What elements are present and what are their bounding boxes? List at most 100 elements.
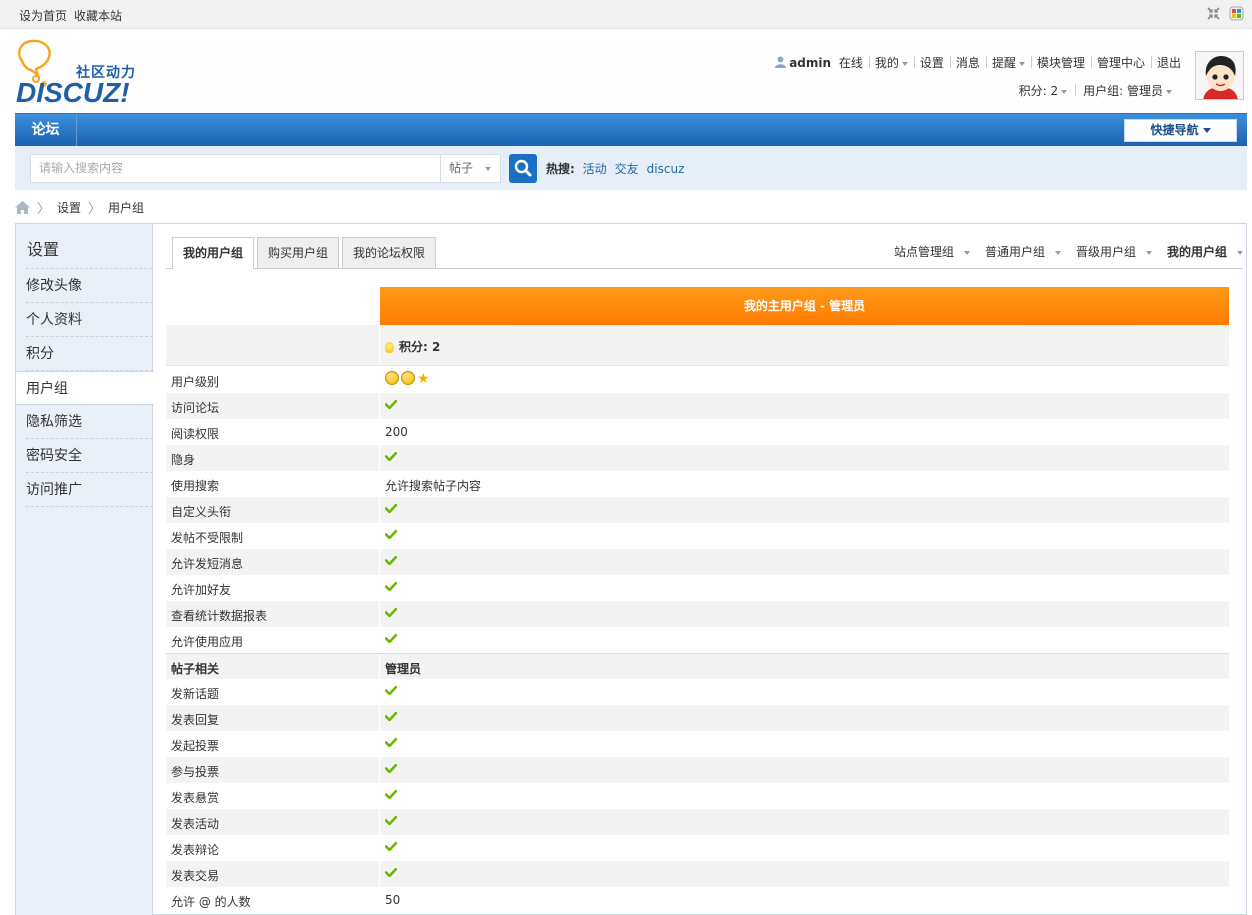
tab-label: 普通用户组	[984, 245, 1045, 259]
sidebar-item-password[interactable]: 密码安全	[16, 439, 153, 473]
table-row: 隐身	[166, 445, 1229, 471]
table-row: 自定义头衔	[166, 497, 1229, 523]
table-row: 参与投票	[166, 757, 1229, 783]
permission-label: 用户级别	[171, 375, 220, 389]
check-icon	[385, 555, 397, 569]
chevron-down-icon	[1018, 61, 1025, 66]
credits-menu[interactable]: 积分: 2	[1011, 82, 1076, 99]
sidebar-item-profile[interactable]: 个人资料	[16, 303, 153, 337]
table-row: 阅读权限 200	[166, 419, 1229, 445]
remind-menu[interactable]: 提醒	[985, 54, 1031, 71]
avatar[interactable]	[1195, 51, 1244, 100]
check-icon	[385, 711, 397, 725]
permission-label: 允许加好友	[171, 583, 232, 597]
check-icon	[385, 815, 397, 829]
logout-link[interactable]: 退出	[1150, 54, 1187, 71]
permission-label: 帖子相关	[171, 662, 220, 676]
my-menu-label: 我的	[874, 56, 899, 70]
sidebar-item-usergroup[interactable]: 用户组	[16, 371, 154, 405]
tab-buy-group[interactable]: 购买用户组	[257, 237, 340, 268]
set-home-link[interactable]: 设为首页	[19, 7, 67, 24]
table-row: 发起投票	[166, 731, 1229, 757]
table-row: 允许 @ 的人数 50	[166, 887, 1229, 913]
sidebar-item-avatar[interactable]: 修改头像	[16, 269, 153, 303]
chevron-down-icon	[485, 167, 491, 171]
permission-label: 参与投票	[171, 765, 220, 779]
breadcrumb-item[interactable]: 设置	[57, 199, 81, 216]
chevron-down-icon	[1061, 89, 1068, 94]
usergroup-label: 用户组: 管理员	[1083, 84, 1163, 98]
tab-forum-permissions[interactable]: 我的论坛权限	[342, 237, 437, 268]
remind-label: 提醒	[991, 56, 1016, 70]
check-icon	[385, 867, 397, 881]
tab-label: 站点管理组	[893, 245, 954, 259]
hot-link[interactable]: discuz	[647, 162, 685, 176]
settings-sidebar: 设置 修改头像 个人资料 积分 用户组 隐私筛选 密码安全 访问推广	[16, 224, 154, 915]
table-row: 帖子相关 管理员	[166, 653, 1229, 680]
permission-label: 查看统计数据报表	[171, 609, 268, 623]
tab-site-admin-groups[interactable]: 站点管理组	[894, 243, 970, 260]
theme-icon[interactable]	[1229, 6, 1244, 21]
chevron-down-icon	[1202, 128, 1211, 133]
nav-forum[interactable]: 论坛	[15, 114, 77, 146]
search-input[interactable]: 请输入搜索内容	[30, 154, 441, 183]
logo-slogan: 社区动力	[76, 65, 136, 81]
permission-label: 阅读权限	[171, 427, 220, 441]
sidebar-item-privacy[interactable]: 隐私筛选	[16, 405, 153, 439]
quick-nav-label: 快捷导航	[1150, 123, 1199, 137]
main-panel: 设置 修改头像 个人资料 积分 用户组 隐私筛选 密码安全 访问推广 我的用户组…	[15, 223, 1247, 915]
tab-promotion-groups[interactable]: 晋级用户组	[1076, 243, 1152, 260]
my-menu[interactable]: 我的	[868, 54, 914, 71]
table-row: 发帖不受限制	[166, 523, 1229, 549]
chevron-down-icon	[1237, 250, 1243, 255]
credits-label: 积分: 2	[1018, 84, 1059, 98]
tabs: 我的用户组 购买用户组 我的论坛权限	[172, 237, 439, 269]
table-row: 发表交易	[166, 861, 1229, 887]
table-row: 发表辩论	[166, 835, 1229, 861]
discuz-logo[interactable]: DISCUZ! 社区动力	[14, 39, 149, 108]
breadcrumb: 〉 设置 〉 用户组	[15, 197, 144, 217]
hot-link[interactable]: 活动	[583, 162, 607, 176]
permission-value: 允许搜索帖子内容	[385, 479, 482, 493]
main-group-header: 我的主用户组 - 管理员	[380, 287, 1229, 325]
username-link[interactable]: admin	[789, 56, 831, 70]
star-icon: ★	[417, 370, 430, 387]
collapse-icon[interactable]	[1206, 6, 1221, 21]
check-icon	[385, 685, 397, 699]
quick-nav-button[interactable]: 快捷导航	[1124, 119, 1237, 142]
admin-center-link[interactable]: 管理中心	[1090, 54, 1151, 71]
home-icon[interactable]	[15, 200, 30, 214]
module-mgmt-link[interactable]: 模块管理	[1030, 54, 1091, 71]
credits-row: 积分: 2	[166, 325, 1229, 366]
table-row: 访问论坛	[166, 393, 1229, 419]
messages-link[interactable]: 消息	[949, 54, 986, 71]
sidebar-item-promotion[interactable]: 访问推广	[16, 473, 153, 507]
user-menu: admin 在线 我的 设置 消息 提醒 模块管理 管理中心 退出	[769, 54, 1187, 71]
group-type-tabs: 站点管理组 普通用户组 晋级用户组 我的用户组	[879, 243, 1243, 260]
main-nav: 论坛 快捷导航	[15, 113, 1247, 146]
permission-label: 发表悬赏	[171, 791, 220, 805]
permission-label: 发新话题	[171, 687, 220, 701]
bookmark-link[interactable]: 收藏本站	[74, 7, 122, 24]
credits-value: 积分: 2	[399, 340, 441, 354]
table-row: 用户级别 ★	[166, 367, 1229, 393]
usergroup-menu[interactable]: 用户组: 管理员	[1075, 82, 1180, 99]
sidebar-item-credits[interactable]: 积分	[16, 337, 153, 371]
hot-link[interactable]: 交友	[615, 162, 639, 176]
settings-link[interactable]: 设置	[913, 54, 950, 71]
tab-my-group[interactable]: 我的用户组	[172, 237, 255, 269]
permission-value: 200	[385, 425, 408, 439]
permission-value: 50	[385, 893, 401, 907]
tab-my-groups-right[interactable]: 我的用户组	[1167, 243, 1243, 260]
chevron-down-icon	[1166, 89, 1172, 94]
permission-label: 发表交易	[171, 869, 220, 883]
permission-label: 允许 @ 的人数	[171, 895, 251, 909]
tab-normal-groups[interactable]: 普通用户组	[985, 243, 1061, 260]
smile-icon	[401, 370, 415, 385]
smile-icon	[385, 370, 399, 385]
user-level-icons: ★	[385, 370, 430, 387]
table-row: 允许发短消息	[166, 549, 1229, 575]
search-button[interactable]	[509, 154, 537, 183]
search-type-select[interactable]: 帖子	[440, 154, 501, 183]
table-row: 发表回复	[166, 705, 1229, 731]
